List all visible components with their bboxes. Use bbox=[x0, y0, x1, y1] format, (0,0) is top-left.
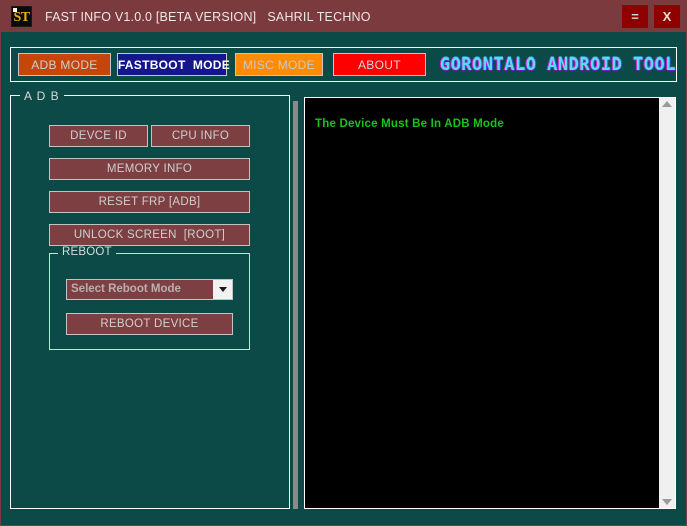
memory-info-button[interactable]: MEMORY INFO bbox=[49, 158, 250, 180]
cpu-info-button[interactable]: CPU INFO bbox=[151, 125, 250, 147]
window-controls: = X bbox=[622, 5, 680, 28]
brand-logo-text: GORONTALO ANDROID TOOL bbox=[439, 54, 676, 75]
application-window: ST FAST INFO V1.0.0 [BETA VERSION] SAHRI… bbox=[0, 0, 687, 526]
adb-group-legend: A D B bbox=[20, 89, 64, 103]
chevron-down-icon[interactable] bbox=[213, 280, 232, 299]
scroll-down-arrow-icon[interactable] bbox=[662, 499, 672, 505]
tab-adb-mode[interactable]: ADB MODE bbox=[18, 53, 111, 76]
log-output-area[interactable]: The Device Must Be In ADB Mode bbox=[305, 98, 658, 508]
window-title: FAST INFO V1.0.0 [BETA VERSION] SAHRIL T… bbox=[45, 9, 371, 24]
unlock-screen-button[interactable]: UNLOCK SCREEN [ROOT] bbox=[49, 224, 250, 246]
mode-tab-strip: ADB MODE FASTBOOT MODE MISC MODE ABOUT G… bbox=[10, 47, 677, 82]
log-scrollbar[interactable] bbox=[658, 98, 675, 508]
reboot-group-legend: REBOOT bbox=[58, 246, 116, 258]
title-bar: ST FAST INFO V1.0.0 [BETA VERSION] SAHRI… bbox=[1, 1, 686, 32]
reboot-group: REBOOT bbox=[49, 246, 250, 350]
log-panel: The Device Must Be In ADB Mode bbox=[304, 97, 676, 509]
st-app-icon: ST bbox=[11, 6, 32, 27]
reset-frp-button[interactable]: RESET FRP [ADB] bbox=[49, 191, 250, 213]
panel-divider bbox=[293, 101, 298, 509]
scroll-up-arrow-icon[interactable] bbox=[662, 101, 672, 107]
tab-misc-mode[interactable]: MISC MODE bbox=[234, 53, 323, 76]
device-id-button[interactable]: DEVCE ID bbox=[49, 125, 148, 147]
reboot-mode-select-value: Select Reboot Mode bbox=[71, 283, 181, 295]
log-line: The Device Must Be In ADB Mode bbox=[315, 118, 504, 130]
close-button[interactable]: X bbox=[654, 5, 680, 28]
reboot-device-button[interactable]: REBOOT DEVICE bbox=[66, 313, 233, 335]
tab-about[interactable]: ABOUT bbox=[332, 53, 426, 76]
reboot-mode-select[interactable]: Select Reboot Mode bbox=[66, 279, 233, 300]
minimize-button[interactable]: = bbox=[622, 5, 648, 28]
tab-fastboot-mode[interactable]: FASTBOOT MODE bbox=[116, 53, 230, 76]
